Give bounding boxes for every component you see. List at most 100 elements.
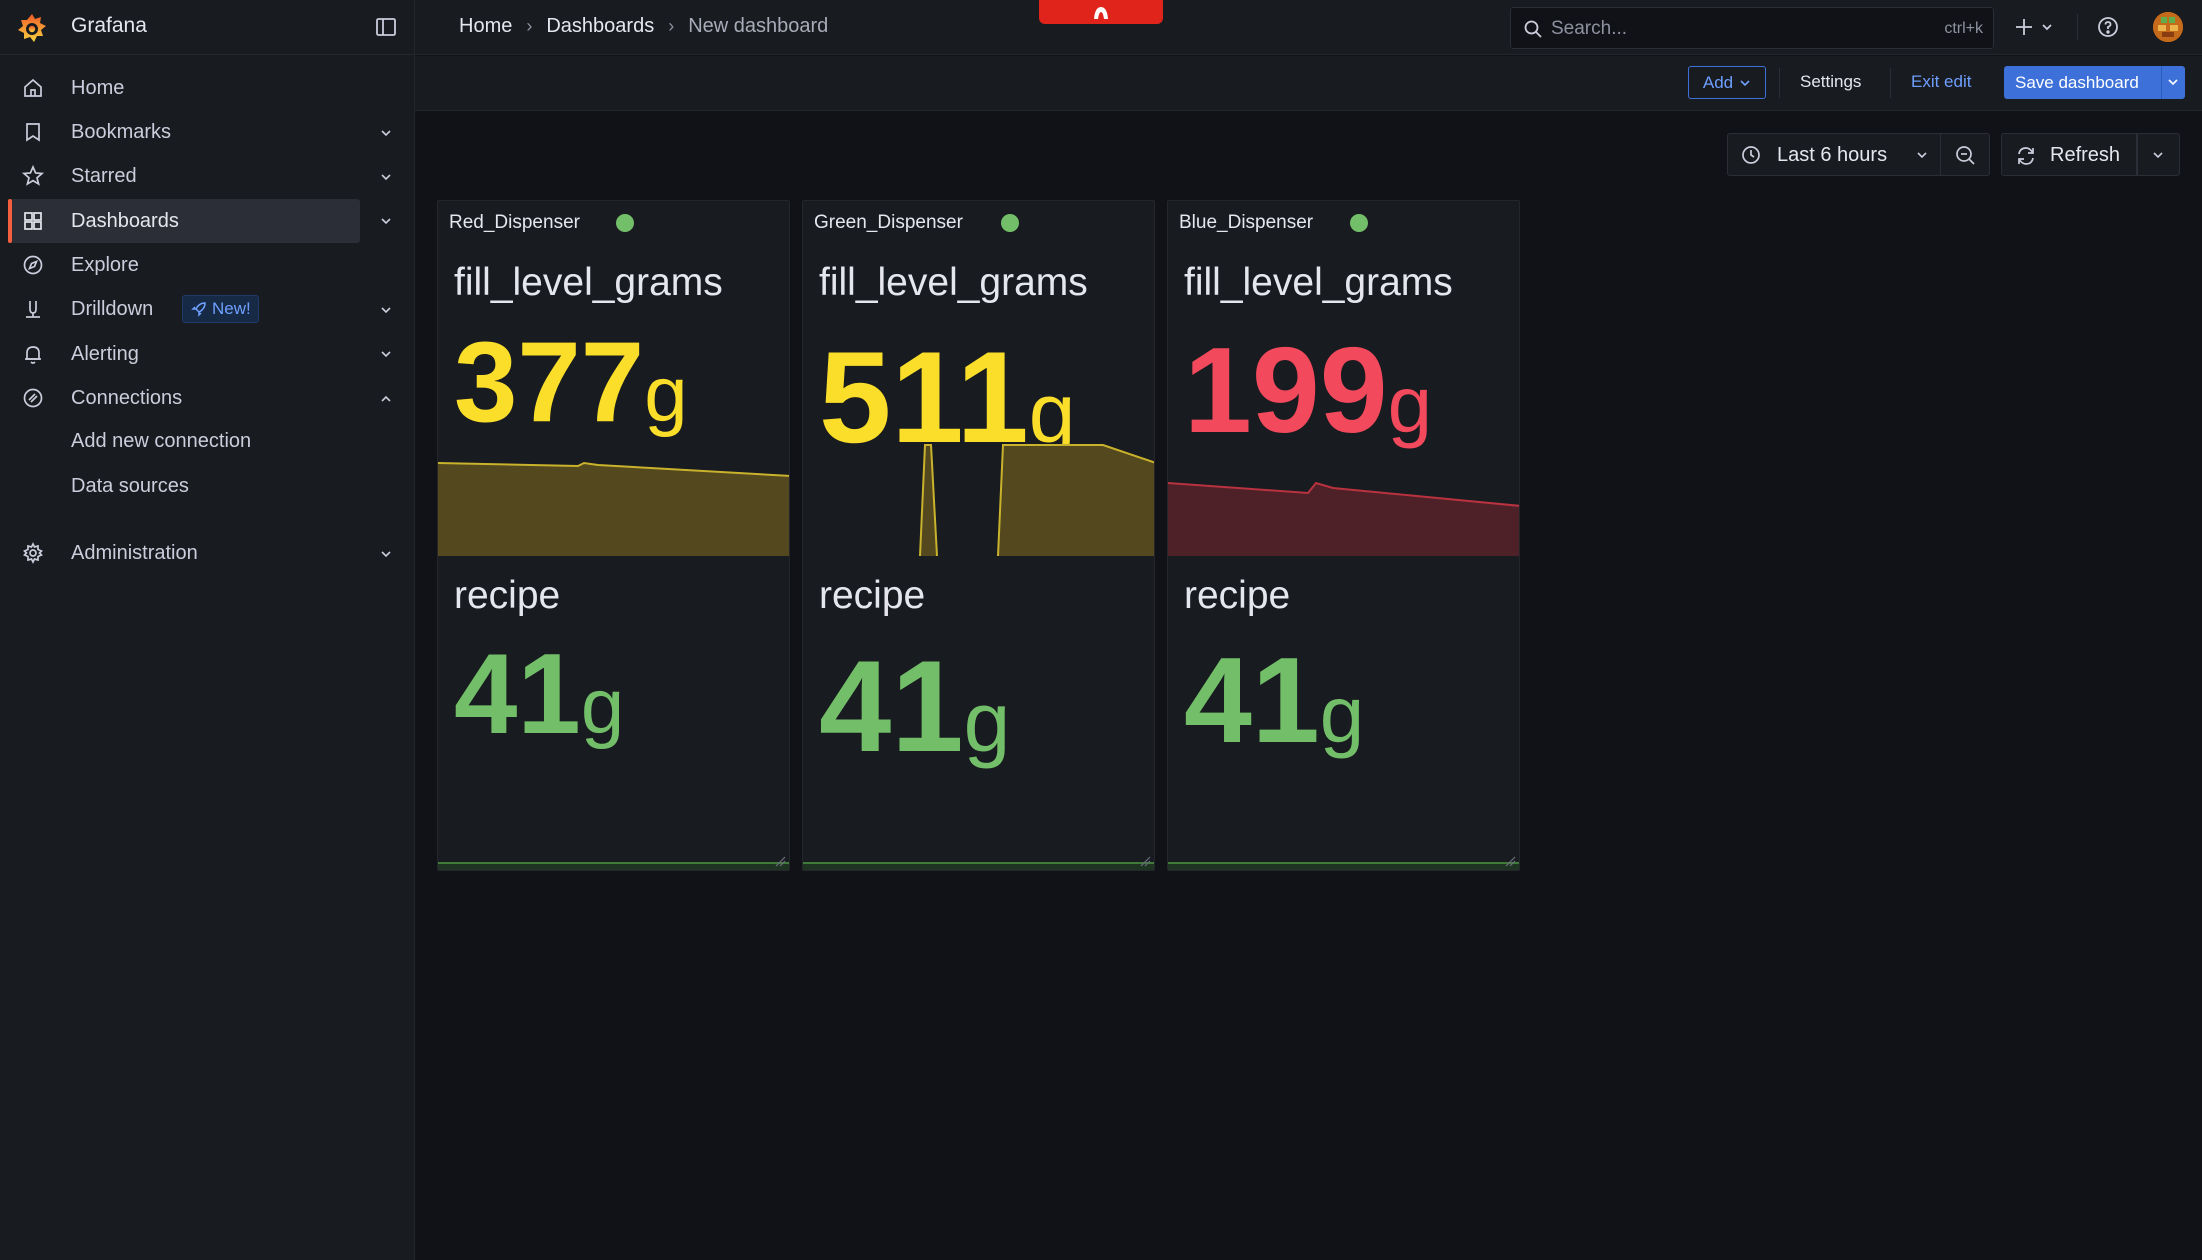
panel-green-dispenser[interactable]: Green_Dispenser fill_level_grams 511g re… — [802, 200, 1155, 871]
sidebar-divider — [414, 0, 415, 1260]
divider — [1890, 68, 1891, 98]
sidebar-item-label: Explore — [71, 253, 139, 276]
sync-icon — [2018, 147, 2034, 165]
stat-value-fill-level: 377g — [454, 326, 688, 440]
stat-number: 41 — [454, 631, 581, 758]
chevron-down-icon — [2153, 152, 2163, 159]
home-icon — [24, 78, 42, 97]
stat-value-fill-level: 199g — [1184, 329, 1432, 451]
stat-number: 41 — [819, 633, 964, 779]
search-icon — [1524, 20, 1542, 38]
sparkline-recipe — [438, 864, 789, 870]
sidebar-item-starred[interactable]: Starred — [10, 154, 360, 198]
chevron-down-icon[interactable] — [379, 347, 393, 361]
sidebar-item-label: Drilldown — [71, 297, 154, 320]
sparkline-fill-level — [438, 461, 789, 556]
sidebar-item-home[interactable]: Home — [10, 66, 360, 110]
chevron-down-icon — [1917, 152, 1927, 159]
chevron-down-icon — [1740, 79, 1750, 86]
sidebar-subitem-data-sources[interactable]: Data sources — [71, 475, 189, 498]
chevron-up-icon[interactable] — [379, 392, 393, 406]
stat-number: 377 — [454, 319, 645, 446]
panel-title[interactable]: Blue_Dispenser — [1179, 212, 1313, 234]
time-range-picker[interactable]: Last 6 hours — [1727, 133, 1941, 176]
recording-icon — [1094, 7, 1108, 19]
stat-unit: g — [1319, 670, 1365, 759]
stat-unit: g — [963, 675, 1011, 769]
sparkline-fill-level — [803, 444, 1154, 556]
sidebar-item-label: Alerting — [71, 342, 139, 365]
chevron-down-icon[interactable] — [379, 126, 393, 140]
sidebar-item-label: Dashboards — [71, 209, 179, 232]
stat-label: fill_level_grams — [1184, 261, 1453, 304]
sidebar-subitem-add-new-connection[interactable]: Add new connection — [71, 430, 251, 453]
sidebar-item-dashboards[interactable]: Dashboards — [8, 199, 360, 243]
panel-blue-dispenser[interactable]: Blue_Dispenser fill_level_grams 199g rec… — [1167, 200, 1520, 871]
sidebar-item-label: Bookmarks — [71, 120, 172, 143]
sidebar-item-alerting[interactable]: Alerting — [10, 332, 360, 376]
divider — [1779, 68, 1780, 98]
sidebar-item-connections[interactable]: Connections — [10, 376, 360, 420]
breadcrumb: Home › Dashboards › New dashboard — [459, 15, 828, 38]
sparkline-recipe-line — [438, 862, 789, 864]
sidebar-item-administration[interactable]: Administration — [10, 531, 360, 575]
divider — [2077, 14, 2078, 40]
sparkline-recipe — [1168, 864, 1519, 870]
sparkline-recipe-line — [803, 862, 1154, 864]
stat-number: 199 — [1184, 322, 1388, 458]
exit-edit-button[interactable]: Exit edit — [1911, 72, 1971, 92]
stat-value-recipe: 41g — [819, 641, 1010, 771]
sparkline-recipe — [803, 864, 1154, 870]
sidebar-item-bookmarks[interactable]: Bookmarks — [10, 110, 360, 154]
divider — [2161, 66, 2162, 99]
star-icon — [22, 165, 44, 186]
help-icon[interactable] — [2096, 15, 2120, 39]
chevron-down-icon[interactable] — [379, 170, 393, 184]
stat-label: fill_level_grams — [454, 261, 723, 304]
sidebar-item-explore[interactable]: Explore — [10, 243, 360, 287]
stat-unit: g — [644, 350, 688, 438]
stat-value-recipe: 41g — [454, 638, 624, 752]
stat-label: recipe — [454, 574, 561, 617]
stat-label: fill_level_grams — [819, 261, 1088, 304]
apps-icon — [24, 212, 42, 230]
status-dot — [1350, 214, 1368, 232]
refresh-button[interactable]: Refresh — [2001, 133, 2137, 176]
breadcrumb-home[interactable]: Home — [459, 15, 512, 38]
stat-unit: g — [1387, 360, 1433, 449]
resize-handle-icon[interactable] — [774, 855, 786, 867]
recording-indicator[interactable] — [1039, 0, 1163, 24]
search-shortcut: ctrl+k — [1944, 20, 1983, 37]
clock-icon — [1742, 146, 1760, 164]
breadcrumb-dashboards[interactable]: Dashboards — [546, 15, 654, 38]
sidebar-item-drilldown[interactable]: Drilldown New! — [10, 287, 360, 331]
refresh-label: Refresh — [2050, 144, 2121, 166]
zoom-out-button[interactable] — [1941, 133, 1990, 176]
save-dashboard-label: Save dashboard — [2015, 73, 2139, 92]
settings-button[interactable]: Settings — [1800, 72, 1861, 92]
chevron-down-icon[interactable] — [379, 547, 393, 561]
breadcrumb-separator-icon: › — [526, 16, 533, 36]
save-dashboard-button[interactable]: Save dashboard — [2004, 66, 2185, 99]
chevron-down-icon[interactable] — [379, 303, 393, 317]
stat-unit: g — [580, 662, 625, 750]
grafana-logo-icon[interactable] — [16, 12, 48, 44]
zoom-out-icon — [1956, 146, 1975, 165]
breadcrumb-separator-icon: › — [668, 16, 675, 36]
panel-red-dispenser[interactable]: Red_Dispenser fill_level_grams 377g reci… — [437, 200, 790, 871]
chevron-down-icon[interactable] — [2167, 76, 2179, 88]
new-menu-plus-icon[interactable] — [2013, 14, 2057, 40]
dock-menu-icon[interactable] — [374, 15, 398, 39]
chevron-down-icon[interactable] — [379, 214, 393, 228]
add-button[interactable]: Add — [1688, 66, 1766, 99]
sidebar-item-label: Connections — [71, 386, 183, 409]
search-input[interactable]: Search... ctrl+k — [1510, 7, 1994, 49]
panel-title[interactable]: Green_Dispenser — [814, 212, 963, 234]
panel-title[interactable]: Red_Dispenser — [449, 212, 580, 234]
refresh-interval-dropdown[interactable] — [2137, 133, 2180, 176]
resize-handle-icon[interactable] — [1139, 855, 1151, 867]
search-placeholder: Search... — [1551, 18, 1628, 39]
resize-handle-icon[interactable] — [1504, 855, 1516, 867]
user-avatar[interactable] — [2153, 12, 2183, 42]
add-button-label: Add — [1702, 72, 1734, 92]
